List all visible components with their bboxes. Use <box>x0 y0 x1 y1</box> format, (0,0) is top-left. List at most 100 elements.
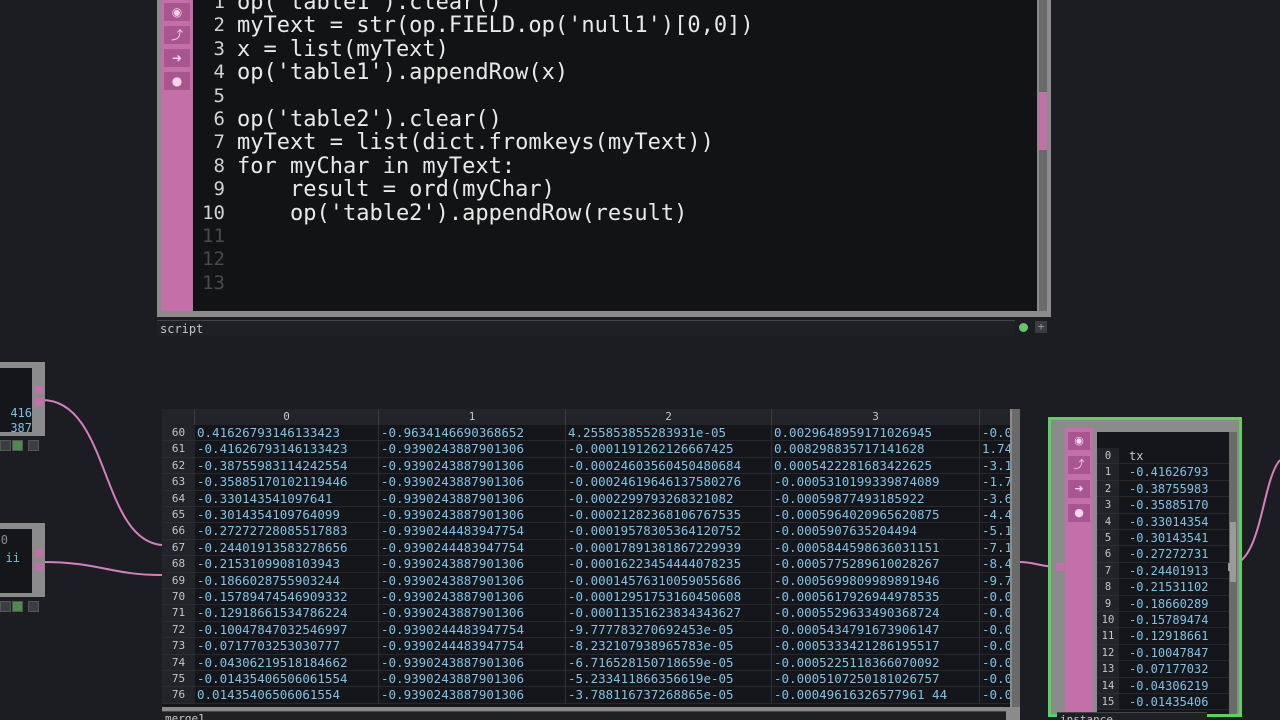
table-cell[interactable]: -0.38755983114242554 <box>195 457 379 475</box>
row-index[interactable]: 76 <box>162 687 195 704</box>
table-cell[interactable]: -0.27272731 <box>1119 546 1229 563</box>
table-cell[interactable]: -0.9390243887901306 <box>379 490 566 507</box>
row-index[interactable]: 75 <box>162 671 195 688</box>
table-cell[interactable]: -5.1 <box>980 523 1010 540</box>
table-cell[interactable]: -0.0717703253030777 <box>195 638 379 655</box>
table-cell[interactable]: -0.00014576310059055686 <box>566 572 772 589</box>
table-cell[interactable]: -0.0005310199339874089 <box>772 474 980 491</box>
script-dat-node[interactable]: ◉ ⤴ ➜ ● 1 2 3 4 5 6 7 8 9 10 11 12 13 op('table1').c… <box>157 0 1051 337</box>
input-connector[interactable] <box>1056 563 1064 571</box>
table-cell[interactable]: -0.24401913583278656 <box>195 539 379 557</box>
node-name-label[interactable]: script <box>157 320 1015 336</box>
row-index[interactable]: 63 <box>162 474 195 491</box>
table-cell[interactable]: -3.1 <box>980 458 1010 475</box>
table-cell[interactable]: -0.9390243887901306 <box>379 474 566 491</box>
table-cell[interactable]: -0.00016223454444078235 <box>566 556 772 573</box>
table-cell[interactable]: -0.9390244483947754 <box>379 638 566 655</box>
table-cell[interactable]: 0.008298835717141628 <box>772 441 980 458</box>
table-cell[interactable]: -0.2153109908103943 <box>195 556 379 573</box>
table-cell[interactable]: -9.777783270692453e-05 <box>566 621 772 639</box>
table-cell[interactable]: -7.1 <box>980 540 1010 557</box>
table-cell[interactable]: -3.6 <box>980 491 1010 507</box>
output-connector[interactable] <box>1228 563 1236 571</box>
node-flag-box[interactable] <box>28 601 39 612</box>
table-cell[interactable]: -0.00059877493185922 <box>772 490 980 507</box>
node-name-label[interactable]: merge1 <box>162 711 1006 720</box>
table-cell[interactable]: -0.0005699809989891946 <box>772 572 980 589</box>
table-cell[interactable]: -0.9390243887901306 <box>379 457 566 475</box>
node-flag-box[interactable] <box>0 440 11 451</box>
table-cell[interactable]: -0.9390243887901306 <box>379 654 566 671</box>
table-cell[interactable]: -0.00012951753160450608 <box>566 589 772 606</box>
lock-icon[interactable]: ● <box>164 72 190 90</box>
row-index[interactable]: 74 <box>162 654 195 671</box>
table-cell[interactable]: -8.4 <box>980 556 1010 573</box>
table-cell[interactable]: -0.0 <box>980 655 1010 671</box>
viewer-active-icon[interactable]: ◉ <box>164 3 190 21</box>
table-cell[interactable]: -0.41626793146133423 <box>195 441 379 458</box>
table-cell[interactable]: -5.233411866356619e-05 <box>566 671 772 688</box>
table-cell[interactable]: -0.10047847032546997 <box>195 621 379 639</box>
table-cell[interactable]: -9.7 <box>980 573 1010 589</box>
table-cell[interactable]: -0.12918661 <box>1119 628 1229 645</box>
table-cell[interactable]: -0.9390243887901306 <box>379 671 566 688</box>
table-cell[interactable]: -0.0 <box>980 605 1010 622</box>
output-connector[interactable] <box>35 398 43 406</box>
table-cell[interactable]: -0.12918661534786224 <box>195 605 379 622</box>
table-cell[interactable]: -0.0005529633490368724 <box>772 605 980 622</box>
table-cell[interactable]: -0.9390243887901306 <box>379 441 566 458</box>
table-cell[interactable]: -0.0005907635204494 <box>772 523 980 540</box>
table-cell[interactable]: -0.9390244483947754 <box>379 621 566 639</box>
instance-node[interactable]: ◉ ⤴ ➜ ● 0 tx 1 -0.41626793 2 -0.38755983 3 -0.3… <box>1048 417 1242 717</box>
table-cell[interactable]: -0.9390243887901306 <box>379 605 566 622</box>
table-cell[interactable]: -0.0005434791673906147 <box>772 621 980 639</box>
table-cell[interactable]: -0.24401913 <box>1119 563 1229 580</box>
table-viewer[interactable]: 0 1 2 3 60 0.41626793146133423 -0.963414669036… <box>162 409 1010 707</box>
table-cell[interactable]: -0.41626793 <box>1119 464 1229 481</box>
table-cell[interactable]: -0.07177032 <box>1119 661 1229 678</box>
table-cell[interactable]: -0.0 <box>980 638 1010 655</box>
table-cell[interactable]: -0.00019578305364120752 <box>566 523 772 540</box>
table-cell[interactable]: -0.9390243887901306 <box>379 507 566 524</box>
table-cell[interactable]: -0.0 <box>980 622 1010 639</box>
table-cell[interactable]: -0.0005107250181026757 <box>772 671 980 688</box>
table-cell[interactable]: -0.0005775289610028267 <box>772 556 980 573</box>
table-cell[interactable]: -0.27272728085517883 <box>195 523 379 540</box>
node-flag-box[interactable] <box>12 601 23 612</box>
table-cell[interactable]: -0.0 <box>980 687 1010 704</box>
table-cell[interactable]: -0.0005617926944978535 <box>772 589 980 606</box>
table-cell[interactable]: 0.41626793146133423 <box>195 425 379 442</box>
table-cell[interactable]: -0.35885170 <box>1119 497 1229 514</box>
table-cell[interactable]: -8.232107938965783e-05 <box>566 638 772 655</box>
table-cell[interactable]: -0.9390244483947754 <box>379 539 566 557</box>
table-cell[interactable]: -0.0001191262126667425 <box>566 441 772 458</box>
table-cell[interactable]: -0.9390243887901306 <box>379 572 566 589</box>
table-cell[interactable]: -0.1866028755903244 <box>195 572 379 589</box>
node-flag-box[interactable] <box>28 440 39 451</box>
output-connector[interactable] <box>35 563 43 571</box>
output-connector[interactable] <box>35 386 43 394</box>
table-cell[interactable]: -0.00011351623834343627 <box>566 605 772 622</box>
table-cell[interactable]: -0.01435406506061554 <box>195 671 379 688</box>
node-flag-box[interactable] <box>0 601 11 612</box>
row-index[interactable]: 71 <box>162 605 195 622</box>
table-scrollbar[interactable] <box>1012 409 1020 707</box>
row-index[interactable]: 60 <box>162 425 195 442</box>
script-scrollbar[interactable] <box>1039 0 1047 311</box>
lock-icon[interactable]: ● <box>1068 504 1090 522</box>
row-index[interactable]: 72 <box>162 621 195 639</box>
bypass-icon[interactable]: ⤴ <box>164 26 190 44</box>
table-cell[interactable]: -0.30143541 <box>1119 530 1229 547</box>
table-cell[interactable]: -0.330143541097641 <box>195 490 379 507</box>
plus-icon[interactable]: + <box>1035 321 1047 333</box>
table-cell[interactable]: -0.9390243887901306 <box>379 589 566 606</box>
table-cell[interactable]: -4.4 <box>980 507 1010 524</box>
table-cell[interactable]: -0.33014354 <box>1119 514 1229 530</box>
row-index[interactable]: 73 <box>162 638 195 655</box>
table-cell[interactable]: -0.00024619646137580276 <box>566 474 772 491</box>
left-node-b[interactable]: 0 ii <box>0 523 45 597</box>
node-name-label[interactable]: instance <box>1057 712 1207 720</box>
table-cell[interactable]: -0.35885170102119446 <box>195 474 379 491</box>
row-index[interactable]: 62 <box>162 457 195 475</box>
script-scroll-thumb[interactable] <box>1039 92 1047 150</box>
